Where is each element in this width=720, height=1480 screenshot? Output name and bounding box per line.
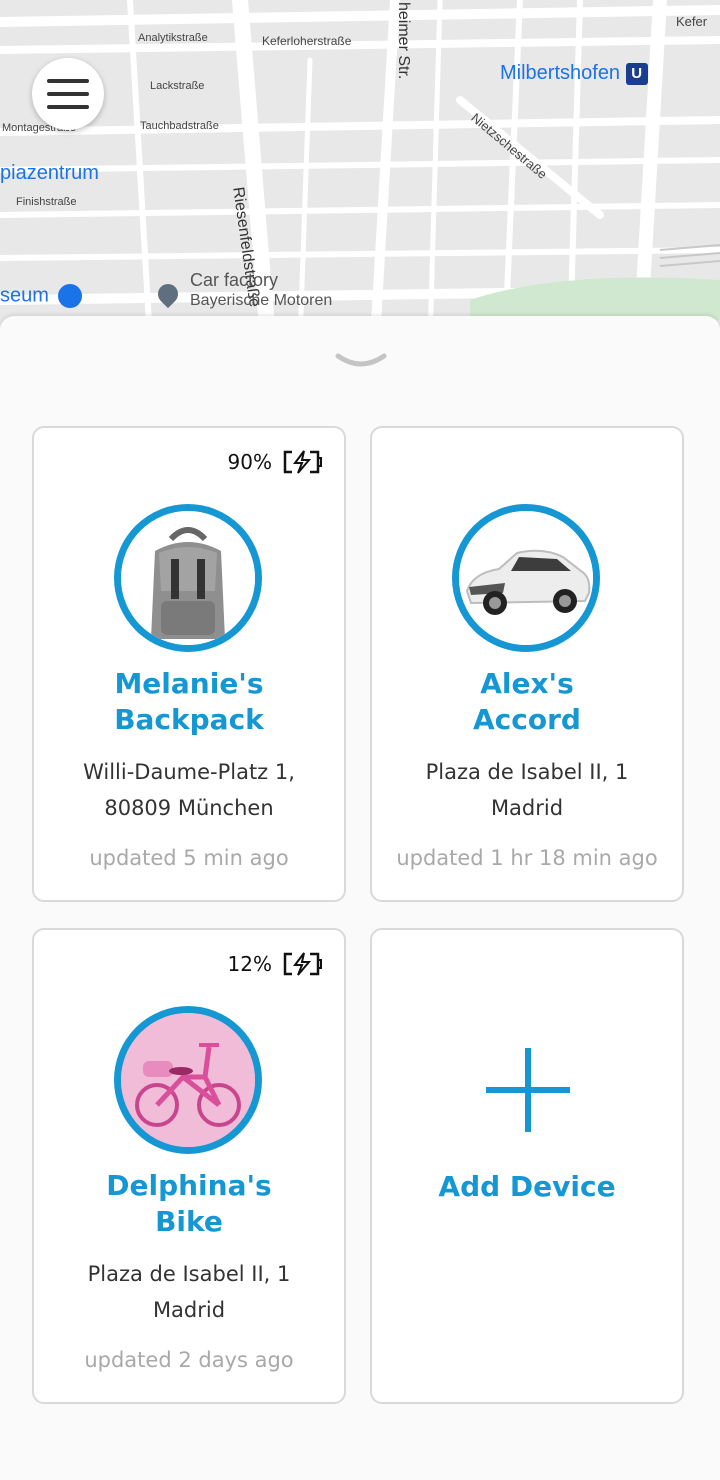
device-address: Plaza de Isabel II, 1 Madrid — [34, 1256, 344, 1328]
device-name-line: Backpack — [114, 703, 264, 736]
device-name: Melanie's Backpack — [34, 666, 344, 738]
olympia-label[interactable]: piazentrum — [0, 162, 99, 185]
address-line: Willi-Daume-Platz 1, — [83, 760, 295, 784]
street-label: Finishstraße — [16, 196, 77, 208]
device-avatar — [114, 504, 262, 652]
bike-image — [121, 1013, 255, 1147]
plus-icon — [486, 1048, 570, 1132]
battery-charging-icon — [283, 952, 322, 976]
station-label[interactable]: Milbertshofen U — [500, 62, 648, 85]
device-name-line: Alex's — [480, 667, 574, 700]
subway-icon: U — [625, 62, 648, 85]
device-name-line: Bike — [155, 1205, 223, 1238]
device-card-backpack[interactable]: 90% Melanie's Backpack Willi-Daume-Platz… — [32, 426, 346, 902]
chevron-down-icon[interactable] — [334, 352, 388, 372]
device-address: Willi-Daume-Platz 1, 80809 München — [34, 754, 344, 826]
device-updated: updated 5 min ago — [89, 846, 289, 870]
device-card-bike[interactable]: 12% Delphina's Bike Plaza de Isabel II, … — [32, 928, 346, 1404]
backpack-image — [121, 511, 255, 645]
device-updated: updated 1 hr 18 min ago — [396, 846, 658, 870]
battery-indicator: 90% — [228, 450, 322, 474]
battery-percent: 12% — [227, 952, 272, 976]
battery-percent: 90% — [227, 450, 272, 474]
menu-line — [47, 92, 89, 96]
street-label: Tauchbadstraße — [140, 120, 219, 132]
station-name: Milbertshofen — [500, 62, 621, 84]
battery-charging-icon — [283, 450, 322, 474]
address-line: Plaza de Isabel II, 1 — [425, 760, 629, 784]
device-name-line: Accord — [473, 703, 581, 736]
device-name-line: Delphina's — [106, 1169, 272, 1202]
address-line: Plaza de Isabel II, 1 — [87, 1262, 291, 1286]
device-address: Plaza de Isabel II, 1 Madrid — [372, 754, 682, 826]
museum-label[interactable]: seum — [0, 284, 83, 308]
hamburger-menu-icon[interactable] — [32, 58, 104, 130]
street-label: heimer Str. — [395, 2, 412, 80]
device-avatar — [114, 1006, 262, 1154]
street-label: Kefer — [676, 14, 708, 29]
map-view[interactable]: Analytikstraße Keferloherstraße Lackstra… — [0, 0, 720, 340]
device-name: Alex's Accord — [372, 666, 682, 738]
street-label: Lackstraße — [150, 80, 205, 92]
device-name: Delphina's Bike — [34, 1168, 344, 1240]
add-device-button[interactable]: Add Device — [370, 928, 684, 1404]
device-updated: updated 2 days ago — [84, 1348, 294, 1372]
museum-icon — [58, 284, 83, 308]
menu-line — [47, 105, 89, 109]
address-line: 80809 München — [104, 796, 274, 820]
street-label: Keferloherstraße — [262, 34, 352, 48]
device-card-car[interactable]: Alex's Accord Plaza de Isabel II, 1 Madr… — [370, 426, 684, 902]
menu-line — [47, 79, 89, 83]
add-device-label: Add Device — [438, 1170, 616, 1203]
device-avatar — [452, 504, 600, 652]
address-line: Madrid — [152, 1298, 226, 1322]
car-image — [459, 511, 593, 645]
device-name-line: Melanie's — [114, 667, 264, 700]
battery-indicator: 12% — [228, 952, 322, 976]
map-roads — [0, 0, 720, 340]
museum-name: seum — [0, 284, 49, 307]
car-factory-subtitle: Bayerische Motoren — [190, 292, 333, 309]
car-factory-title[interactable]: Car factory — [190, 270, 278, 291]
street-label: Analytikstraße — [138, 32, 208, 44]
address-line: Madrid — [490, 796, 564, 820]
